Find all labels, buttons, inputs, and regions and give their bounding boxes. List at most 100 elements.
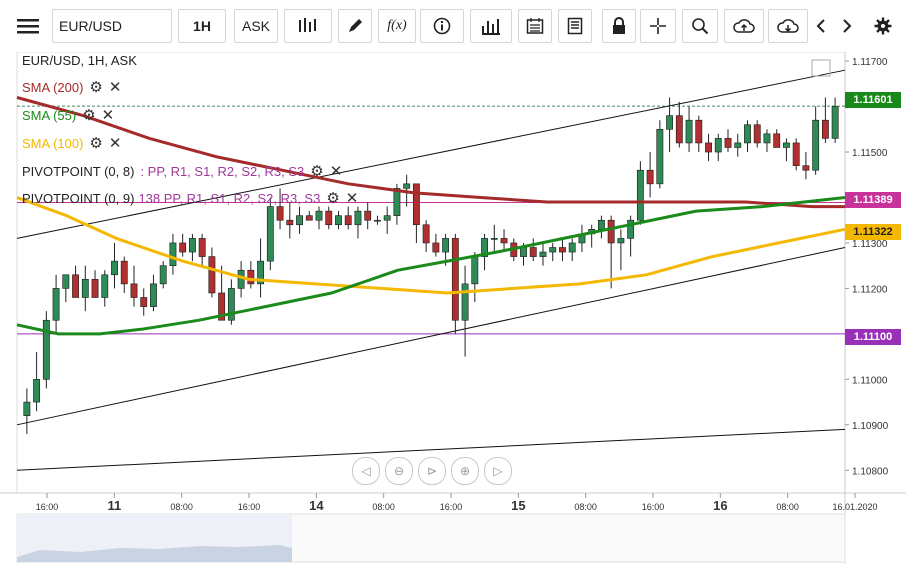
candle-body: [607, 219, 615, 244]
gear-icon[interactable]: ⚙: [89, 134, 102, 152]
chart-type-button[interactable]: [284, 9, 332, 43]
gear-icon[interactable]: ⚙: [310, 162, 323, 180]
candle-body: [675, 115, 683, 144]
scroll-right-button[interactable]: [834, 9, 860, 43]
candle-body: [179, 242, 187, 253]
pivot1-tail: : PP, R1, S1, R2, S2, R3, S3: [140, 163, 305, 179]
chart-area[interactable]: 1.117001.115001.114001.113001.112001.111…: [0, 51, 906, 564]
document-button[interactable]: [558, 9, 592, 43]
indicators-button[interactable]: f(x): [378, 9, 416, 43]
candle-body: [403, 183, 411, 189]
close-icon[interactable]: ✕: [346, 189, 359, 207]
scroll-left-button[interactable]: [808, 9, 834, 43]
gear-icon[interactable]: ⚙: [326, 189, 339, 207]
calendar-icon: [526, 18, 544, 34]
candle-body: [189, 238, 196, 253]
candle-body: [374, 219, 381, 222]
candle-body: [734, 142, 742, 148]
candle-body: [539, 251, 547, 257]
price-side-button[interactable]: ASK: [234, 9, 278, 43]
zoom-in-button[interactable]: ⊕: [451, 457, 479, 485]
crosshair-button[interactable]: [640, 9, 676, 43]
function-icon: f(x): [387, 18, 407, 33]
candle-body: [451, 238, 459, 321]
close-icon[interactable]: ✕: [330, 162, 343, 180]
info-button[interactable]: [420, 9, 464, 43]
candle-body: [266, 206, 274, 262]
legend-item-pivot-1[interactable]: PIVOTPOINT (0, 8) : PP, R1, S1, R2, S2, …: [22, 162, 342, 180]
price-chart[interactable]: 1.117001.115001.114001.113001.112001.111…: [0, 51, 906, 564]
candle-body: [120, 260, 128, 285]
y-tick-label: 1.11000: [852, 375, 888, 386]
zoom-button[interactable]: [682, 9, 718, 43]
candle-body: [763, 133, 771, 144]
volume-button[interactable]: [470, 9, 512, 43]
candle-body: [500, 238, 508, 244]
legend-title: EUR/USD, 1H, ASK: [22, 53, 137, 68]
x-tick-label: 16:00: [440, 502, 463, 512]
candle-body: [305, 215, 313, 221]
close-icon[interactable]: ✕: [109, 78, 122, 96]
legend-item-sma55[interactable]: SMA (55) ⚙ ✕: [22, 106, 114, 124]
draw-tool-button[interactable]: [338, 9, 372, 43]
candle-body: [422, 224, 430, 244]
gear-icon[interactable]: ⚙: [82, 106, 95, 124]
candle-body: [335, 215, 342, 226]
x-tick-label: 08:00: [776, 502, 799, 512]
candle-body: [559, 247, 566, 253]
candle-body: [432, 242, 440, 253]
candle-body: [247, 269, 255, 285]
upload-button[interactable]: [724, 9, 764, 43]
candle-body: [705, 142, 712, 153]
x-tick-label: 16:00: [36, 502, 59, 512]
candle-body: [695, 119, 703, 144]
candle-body: [354, 210, 362, 226]
calendar-button[interactable]: [518, 9, 552, 43]
candle-body: [33, 379, 41, 403]
zoom-out-button[interactable]: ⊖: [385, 457, 413, 485]
candle-body: [315, 210, 323, 221]
pivot2-prefix: PIVOTPOINT (0, 9): [22, 190, 135, 206]
x-tick-label: 16: [713, 498, 727, 513]
timeframe-button[interactable]: 1H: [178, 9, 226, 43]
reset-view-button[interactable]: ⊳: [418, 457, 446, 485]
legend-item-sma100[interactable]: SMA (100) ⚙ ✕: [22, 134, 121, 152]
candle-body: [412, 183, 420, 226]
candle-body: [724, 138, 732, 148]
pan-right-button[interactable]: ▷: [484, 457, 512, 485]
close-icon[interactable]: ✕: [109, 134, 122, 152]
candle-body: [646, 169, 654, 185]
candle-body: [198, 238, 206, 257]
candle-body: [617, 238, 625, 244]
candle-body: [656, 128, 664, 185]
lock-button[interactable]: [602, 9, 636, 43]
x-tick-label: 11: [107, 498, 121, 513]
legend-item-sma200[interactable]: SMA (200) ⚙ ✕: [22, 78, 121, 96]
candle-body: [442, 238, 450, 253]
lock-icon: [613, 17, 625, 34]
candle-body: [130, 283, 138, 298]
triangle-right-icon: ▷: [493, 464, 503, 478]
legend-item-pivot-2[interactable]: PIVOTPOINT (0, 9) 138 PP, R1, S1, R2, S2…: [22, 189, 358, 207]
close-icon[interactable]: ✕: [102, 106, 115, 124]
gear-icon[interactable]: ⚙: [89, 78, 102, 96]
download-button[interactable]: [768, 9, 808, 43]
candle-body: [773, 133, 781, 148]
zoom-out-icon: ⊖: [393, 464, 405, 478]
pencil-icon: [349, 19, 362, 32]
zoom-icon: [692, 18, 709, 35]
zoom-in-icon: ⊕: [459, 464, 471, 478]
y-tick-label: 1.11500: [852, 148, 888, 159]
pan-left-button[interactable]: ◁: [352, 457, 380, 485]
menu-button[interactable]: [8, 9, 48, 43]
candle-body: [744, 124, 751, 144]
settings-button[interactable]: [866, 9, 900, 43]
hamburger-icon: [17, 19, 39, 34]
candle-body: [753, 124, 761, 144]
candle-body: [276, 206, 284, 221]
timeframe-label: 1H: [193, 18, 211, 34]
symbol-selector[interactable]: EUR/USD: [52, 9, 172, 43]
fit-icon: ⊳: [426, 464, 438, 478]
bar-chart-icon: [482, 19, 500, 35]
candle-body: [91, 279, 99, 298]
